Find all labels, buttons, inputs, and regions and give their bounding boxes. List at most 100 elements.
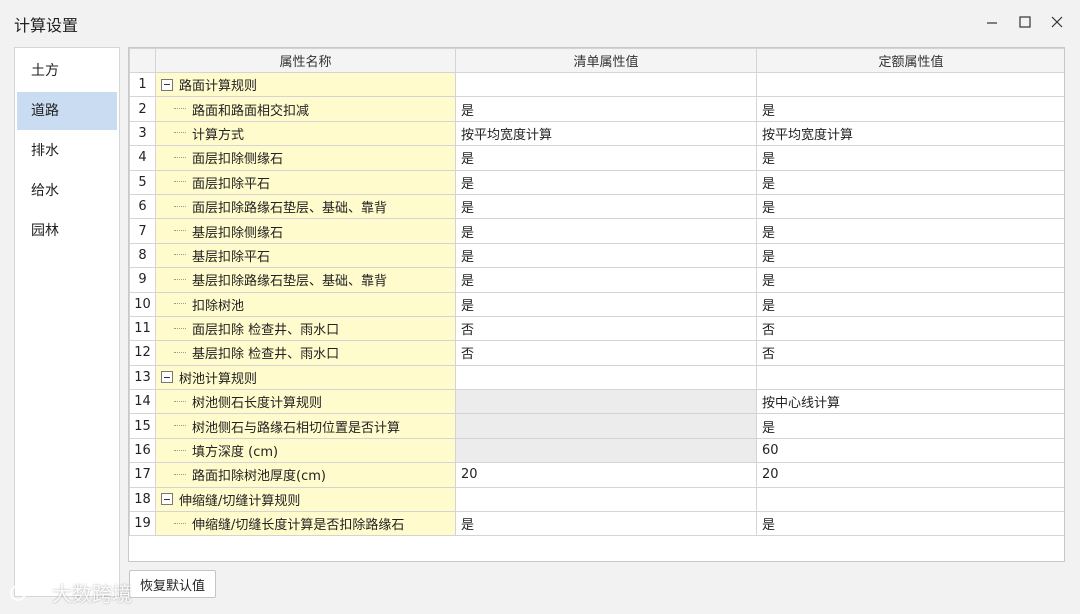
quota-value-cell[interactable]: 是 [756,169,1064,195]
table-row[interactable]: 6 面层扣除路缘石垫层、基础、靠背 是是 [129,193,1064,220]
quota-value-cell[interactable]: 20 [756,462,1064,488]
restore-defaults-button[interactable]: 恢复默认值 [129,570,217,598]
table-row[interactable]: 17 路面扣除树池厚度(cm) 20 20 [129,462,1064,488]
quota-value-cell[interactable]: 否 [756,315,1064,342]
quota-value-cell[interactable]: 是 [756,96,1064,122]
sidebar-item-drainage[interactable]: 排水 [17,132,117,170]
quota-value-cell[interactable]: 按平均宽度计算 [756,120,1064,147]
sidebar-item-water-supply[interactable]: 给水 [17,172,117,210]
list-value-cell[interactable]: 是 [455,511,757,537]
table-row[interactable]: 9 基层扣除路缘石垫层、基础、靠背 是是 [129,267,1064,293]
list-value-cell [455,364,757,391]
list-value-cell[interactable]: 是 [455,291,757,317]
row-number-cell: 1 [129,71,156,98]
property-name-cell[interactable]: 面层扣除 检查井、雨水口 [155,315,456,342]
list-value-cell[interactable]: 20 [455,462,757,488]
row-number-cell: 7 [129,218,156,244]
table-row[interactable]: 14 树池侧石长度计算规则 按中心线计算 [129,389,1064,415]
property-table: 属性名称 清单属性值 定额属性值 1 路面计算规则 2 路面和路面相交扣减是是 3 计算方… [129,48,1064,537]
list-value-cell[interactable]: 是 [455,218,757,244]
table-row[interactable]: 11 面层扣除 检查井、雨水口 否否 [129,315,1064,342]
header-list-value[interactable]: 清单属性值 [455,48,757,73]
list-value-cell[interactable]: 是 [455,242,757,269]
table-header-row: 属性名称 清单属性值 定额属性值 [129,48,1064,73]
watermark-text: 大数跨境 [52,582,132,606]
quota-value-cell[interactable]: 60 [756,437,1064,464]
quota-value-cell[interactable]: 是 [756,218,1064,244]
property-name-cell[interactable]: 路面计算规则 [155,71,456,98]
row-number-cell: 15 [129,413,156,439]
sidebar-item-road[interactable]: 道路 [17,92,117,130]
property-name-label: 树池侧石长度计算规则 [192,396,323,412]
property-name-cell[interactable]: 填方深度 (cm) [155,437,456,464]
table-row[interactable]: 12 基层扣除 检查井、雨水口 否否 [129,340,1064,366]
table-group-row[interactable]: 1 路面计算规则 [129,71,1064,98]
minimize-button[interactable] [980,10,1004,34]
header-property-name[interactable]: 属性名称 [155,48,456,73]
collapse-toggle-icon[interactable] [161,78,173,91]
list-value-cell[interactable]: 按平均宽度计算 [455,120,757,147]
property-name-cell[interactable]: 基层扣除路缘石垫层、基础、靠背 [155,267,456,293]
close-icon [1051,16,1063,28]
property-name-cell[interactable]: 面层扣除路缘石垫层、基础、靠背 [155,193,456,220]
property-name-cell[interactable]: 基层扣除侧缘石 [155,218,456,244]
list-value-cell[interactable]: 是 [455,267,757,293]
list-value-cell[interactable]: 是 [455,145,757,171]
property-name-cell[interactable]: 伸缩缝/切缝计算规则 [155,486,456,513]
quota-value-cell[interactable]: 是 [756,242,1064,269]
property-name-cell[interactable]: 基层扣除平石 [155,242,456,269]
table-row[interactable]: 4 面层扣除侧缘石 是是 [129,145,1064,171]
property-name-label: 树池计算规则 [179,371,258,387]
quota-value-cell[interactable]: 是 [756,413,1064,439]
property-name-label: 伸缩缝/切缝计算规则 [179,493,301,509]
property-name-label: 基层扣除侧缘石 [192,225,284,241]
property-name-cell[interactable]: 计算方式 [155,120,456,147]
category-sidebar: 土方 道路 排水 给水 园林 [14,47,120,597]
close-button[interactable] [1045,10,1069,34]
property-name-label: 路面计算规则 [179,79,258,95]
table-row[interactable]: 5 面层扣除平石 是是 [129,169,1064,195]
tree-connector [174,425,186,427]
list-value-cell[interactable]: 否 [455,315,757,342]
table-row[interactable]: 16 填方深度 (cm) 60 [129,437,1064,464]
property-name-cell[interactable]: 面层扣除侧缘石 [155,145,456,171]
collapse-toggle-icon[interactable] [161,371,173,384]
list-value-cell[interactable]: 是 [455,193,757,220]
sidebar-item-earthwork[interactable]: 土方 [17,52,117,90]
property-name-cell[interactable]: 树池计算规则 [155,364,456,391]
list-value-cell[interactable]: 是 [455,96,757,122]
tree-connector [174,181,186,183]
tree-connector [174,205,186,208]
property-name-cell[interactable]: 路面和路面相交扣减 [155,96,456,122]
row-number-cell: 9 [129,267,156,293]
quota-value-cell[interactable]: 否 [756,340,1064,366]
table-group-row[interactable]: 18 伸缩缝/切缝计算规则 [129,486,1064,513]
list-value-cell[interactable]: 否 [455,340,757,366]
collapse-toggle-icon[interactable] [161,493,173,506]
table-row[interactable]: 7 基层扣除侧缘石 是是 [129,218,1064,244]
quota-value-cell[interactable]: 按中心线计算 [756,389,1064,415]
maximize-button[interactable] [1013,10,1037,34]
property-name-cell[interactable]: 面层扣除平石 [155,169,456,195]
table-group-row[interactable]: 13 树池计算规则 [129,364,1064,391]
property-name-cell[interactable]: 基层扣除 检查井、雨水口 [155,340,456,366]
table-row[interactable]: 3 计算方式 按平均宽度计算 按平均宽度计算 [129,120,1064,147]
quota-value-cell[interactable]: 是 [756,511,1064,537]
quota-value-cell[interactable]: 是 [756,193,1064,220]
table-row[interactable]: 10 扣除树池 是是 [129,291,1064,317]
quota-value-cell[interactable]: 是 [756,267,1064,293]
table-row[interactable]: 15 树池侧石与路缘石相切位置是否计算 是 [129,413,1064,439]
quota-value-cell[interactable]: 是 [756,145,1064,171]
property-name-cell[interactable]: 伸缩缝/切缝长度计算是否扣除路缘石 [155,511,456,537]
property-name-cell[interactable]: 扣除树池 [155,291,456,317]
property-name-cell[interactable]: 路面扣除树池厚度(cm) [155,462,456,488]
list-value-cell[interactable]: 是 [455,169,757,195]
property-name-cell[interactable]: 树池侧石长度计算规则 [155,389,456,415]
header-quota-value[interactable]: 定额属性值 [756,48,1064,73]
table-row[interactable]: 19 伸缩缝/切缝长度计算是否扣除路缘石 是是 [129,511,1064,537]
table-row[interactable]: 8 基层扣除平石 是是 [129,242,1064,269]
property-name-cell[interactable]: 树池侧石与路缘石相切位置是否计算 [155,413,456,439]
sidebar-item-landscape[interactable]: 园林 [17,212,117,250]
quota-value-cell[interactable]: 是 [756,291,1064,317]
table-row[interactable]: 2 路面和路面相交扣减 是是 [129,96,1064,122]
